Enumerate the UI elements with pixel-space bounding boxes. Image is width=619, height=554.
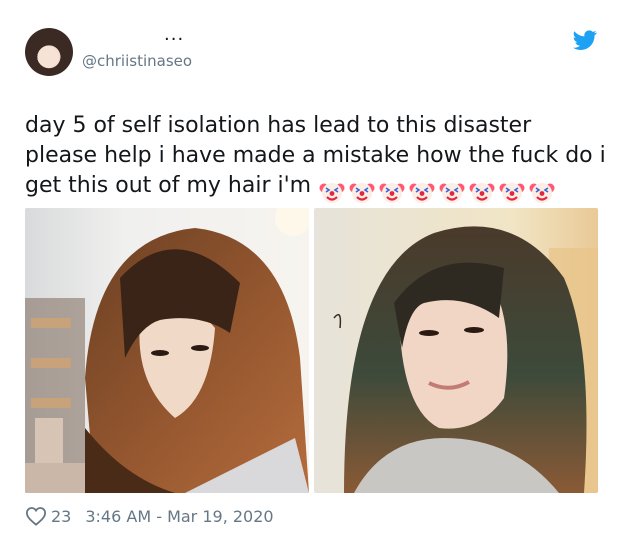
tweet-text-line: get this out of my hair i'm <box>25 173 312 198</box>
clown-face-icon <box>409 183 435 203</box>
tweet-text-line: day 5 of self isolation has lead to this… <box>25 113 532 138</box>
tweet-card: ... @chriistinaseo day 5 of self isolati… <box>0 0 619 554</box>
clown-face-icon <box>319 183 345 203</box>
tweet-photo-left[interactable] <box>25 208 309 493</box>
clown-face-icon <box>439 183 465 203</box>
author-handle[interactable]: @chriistinaseo <box>82 52 192 70</box>
tweet-photo-right[interactable] <box>314 208 598 493</box>
clown-face-icon <box>529 183 555 203</box>
like-count: 23 <box>51 506 72 526</box>
heart-icon[interactable] <box>25 506 47 526</box>
clown-face-icon <box>349 183 375 203</box>
author-name[interactable]: ... <box>164 26 184 44</box>
clown-face-icon <box>499 183 525 203</box>
tweet-footer: 23 3:46 AM - Mar 19, 2020 <box>25 504 274 528</box>
clown-emoji-row <box>319 177 559 207</box>
clown-face-icon <box>379 183 405 203</box>
tweet-text-line: please help i have made a mistake how th… <box>25 143 606 168</box>
tweet-timestamp[interactable]: 3:46 AM - Mar 19, 2020 <box>85 507 273 526</box>
twitter-bird-icon[interactable] <box>573 28 597 52</box>
tweet-text: day 5 of self isolation has lead to this… <box>25 111 606 207</box>
avatar[interactable] <box>25 28 73 76</box>
clown-face-icon <box>469 183 495 203</box>
